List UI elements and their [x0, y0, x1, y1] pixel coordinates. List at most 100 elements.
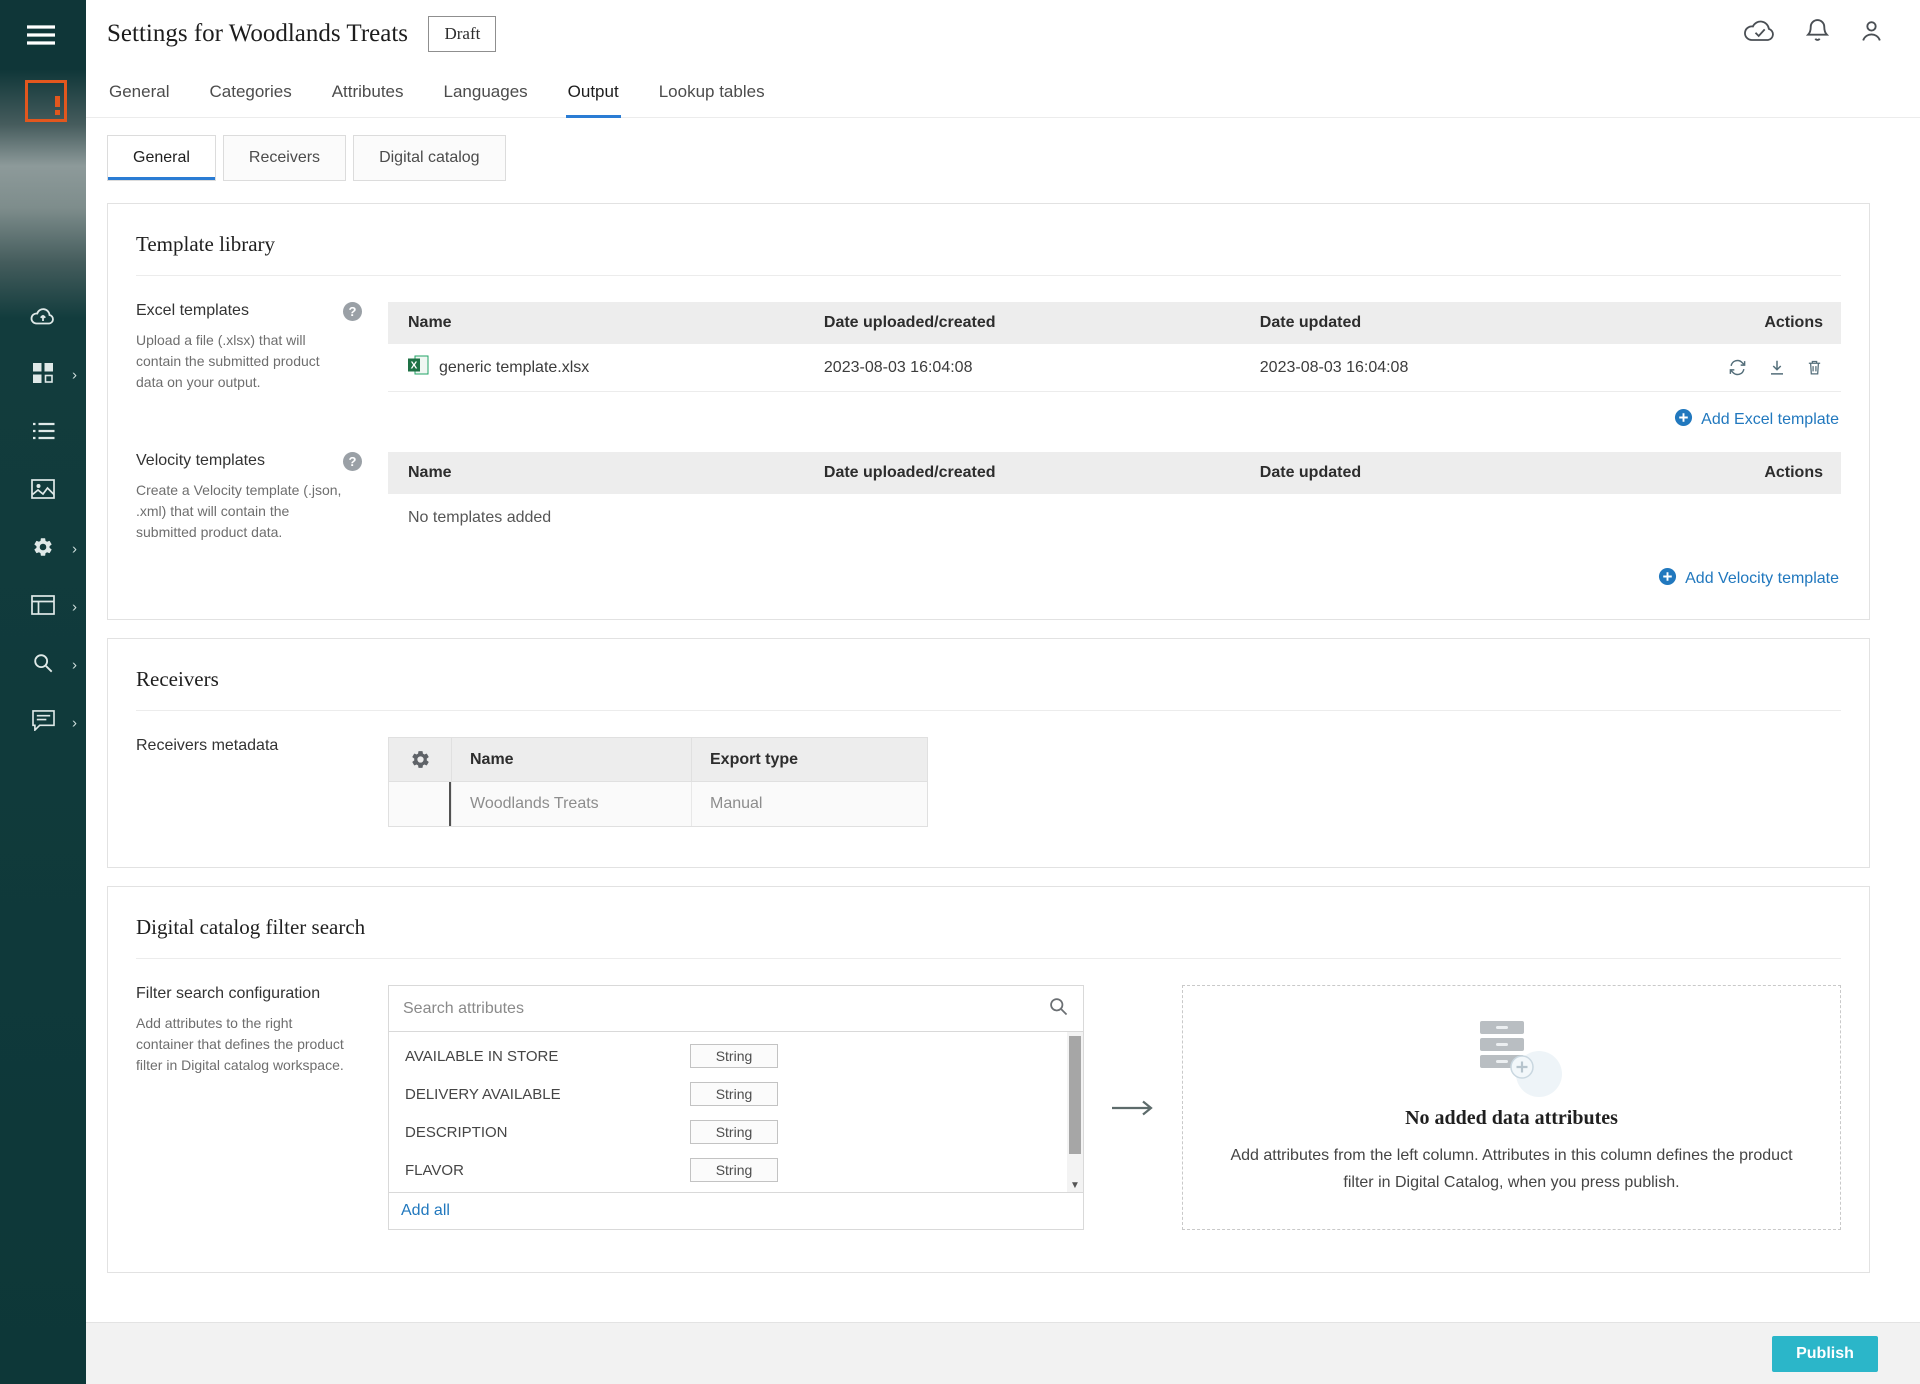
sync-icon[interactable] [1727, 358, 1748, 377]
column-date-created: Date uploaded/created [824, 314, 1260, 332]
tab-general[interactable]: General [107, 66, 171, 117]
add-all-button[interactable]: Add all [401, 1202, 450, 1220]
selected-attributes-dropzone[interactable]: No added data attributes Add attributes … [1182, 985, 1841, 1230]
velocity-templates-left: Velocity templates ? Create a Velocity t… [136, 452, 388, 597]
search-icon [32, 652, 54, 679]
scrollbar-thumb[interactable] [1069, 1036, 1081, 1154]
chevron-right-icon: › [72, 600, 77, 615]
attribute-type-chip: String [690, 1044, 778, 1068]
sidebar-item-messages[interactable]: › [0, 694, 86, 752]
attribute-type-chip: String [690, 1082, 778, 1106]
attribute-label: FLAVOR [405, 1162, 690, 1179]
help-icon[interactable]: ? [343, 302, 362, 321]
column-name: Name [388, 314, 824, 332]
download-icon[interactable] [1768, 358, 1786, 377]
sidebar-item-upload[interactable] [0, 288, 86, 346]
menu-icon[interactable] [26, 24, 56, 51]
receivers-section: Receivers metadata Name Export type [136, 711, 1841, 845]
add-excel-template-button[interactable]: Add Excel template [388, 392, 1841, 438]
cloud-done-icon[interactable] [1744, 19, 1776, 42]
user-icon[interactable] [1859, 18, 1884, 43]
attribute-item[interactable]: String [389, 1189, 1083, 1192]
tab-output[interactable]: Output [566, 66, 621, 117]
no-templates-message: No templates added [388, 494, 1841, 533]
sidebar-item-search[interactable]: › [0, 636, 86, 694]
filter-search-description: Add attributes to the right container th… [136, 1013, 348, 1076]
excel-templates-section: Excel templates ? Upload a file (.xlsx) … [136, 276, 1841, 438]
sidebar-item-media[interactable] [0, 462, 86, 520]
velocity-templates-section: Velocity templates ? Create a Velocity t… [136, 438, 1841, 597]
attribute-list-footer: Add all [389, 1192, 1083, 1229]
help-icon[interactable]: ? [343, 452, 362, 471]
sidebar-item-list[interactable] [0, 404, 86, 462]
chevron-right-icon: › [72, 716, 77, 731]
excel-templates-left: Excel templates ? Upload a file (.xlsx) … [136, 302, 388, 438]
gear-icon[interactable] [389, 738, 451, 781]
search-icon[interactable] [1048, 996, 1069, 1022]
main-tabs: General Categories Attributes Languages … [86, 66, 1920, 118]
add-velocity-template-button[interactable]: Add Velocity template [388, 533, 1841, 597]
date-created-cell: 2023-08-03 16:04:08 [824, 359, 1260, 377]
attribute-label: DELIVERY AVAILABLE [405, 1086, 690, 1103]
column-date-updated: Date updated [1260, 314, 1696, 332]
column-date-updated: Date updated [1260, 464, 1696, 482]
digital-catalog-panel: Digital catalog filter search Filter sea… [107, 886, 1870, 1273]
receiver-row-handle[interactable] [389, 782, 451, 826]
sub-tabs: General Receivers Digital catalog [86, 135, 1920, 181]
add-excel-template-label: Add Excel template [1701, 411, 1839, 429]
add-circle-icon [1658, 567, 1677, 591]
image-icon [31, 479, 55, 504]
receivers-table-wrap: Name Export type Woodlands Treats Manual [388, 737, 928, 827]
receivers-column-name: Name [451, 738, 691, 781]
scrollbar[interactable]: ▼ [1067, 1032, 1083, 1192]
attribute-item[interactable]: AVAILABLE IN STORE String [389, 1037, 1083, 1075]
add-velocity-template-label: Add Velocity template [1685, 570, 1839, 588]
receivers-table-header: Name Export type [389, 738, 927, 781]
search-attributes-input[interactable] [403, 1000, 1040, 1018]
template-name-cell: X generic template.xlsx [388, 355, 824, 380]
tab-languages[interactable]: Languages [442, 66, 530, 117]
table-header: Name Date uploaded/created Date updated … [388, 302, 1841, 344]
card-icon [31, 595, 55, 620]
attribute-picker: AVAILABLE IN STORE String DELIVERY AVAIL… [388, 985, 1084, 1230]
bell-icon[interactable] [1806, 18, 1829, 43]
trash-icon[interactable] [1806, 358, 1823, 377]
attribute-item[interactable]: DESCRIPTION String [389, 1113, 1083, 1151]
subtab-receivers[interactable]: Receivers [223, 135, 346, 181]
tab-attributes[interactable]: Attributes [330, 66, 406, 117]
content: Template library Excel templates ? Uploa… [86, 181, 1920, 1273]
logo [25, 80, 67, 122]
sidebar-item-modules[interactable]: › [0, 346, 86, 404]
tab-categories[interactable]: Categories [207, 66, 293, 117]
cloud-upload-icon [30, 304, 56, 331]
receiver-row[interactable]: Woodlands Treats Manual [389, 781, 927, 826]
chevron-right-icon: › [72, 542, 77, 557]
chevron-right-icon: › [72, 658, 77, 673]
tab-lookup-tables[interactable]: Lookup tables [657, 66, 767, 117]
column-name: Name [388, 464, 824, 482]
footer-bar: Publish [86, 1322, 1920, 1384]
sidebar-item-workareas[interactable]: › [0, 578, 86, 636]
logo-dot [55, 110, 60, 115]
publish-button[interactable]: Publish [1772, 1336, 1878, 1372]
logo-mark [55, 96, 60, 107]
table-row[interactable]: X generic template.xlsx 2023-08-03 16:04… [388, 344, 1841, 392]
attribute-item[interactable]: FLAVOR String [389, 1151, 1083, 1189]
empty-state-description: Add attributes from the left column. Att… [1223, 1142, 1800, 1196]
add-circle-icon [1674, 408, 1693, 432]
scrollbar-down-arrow[interactable]: ▼ [1067, 1181, 1083, 1191]
row-actions [1696, 358, 1841, 377]
attribute-type-chip: String [690, 1120, 778, 1144]
excel-templates-table: Name Date uploaded/created Date updated … [388, 302, 1841, 438]
attribute-type-chip: String [690, 1158, 778, 1182]
subtab-general[interactable]: General [107, 135, 216, 181]
subtab-digital-catalog[interactable]: Digital catalog [353, 135, 506, 181]
empty-state-title: No added data attributes [1405, 1107, 1618, 1130]
gear-icon [32, 536, 54, 563]
main-area: Settings for Woodlands Treats Draft Gene… [86, 0, 1920, 1384]
svg-text:X: X [411, 361, 418, 372]
page-title: Settings for Woodlands Treats [107, 20, 408, 48]
attribute-item[interactable]: DELIVERY AVAILABLE String [389, 1075, 1083, 1113]
receiver-name: Woodlands Treats [451, 782, 691, 826]
sidebar-item-settings[interactable]: › [0, 520, 86, 578]
